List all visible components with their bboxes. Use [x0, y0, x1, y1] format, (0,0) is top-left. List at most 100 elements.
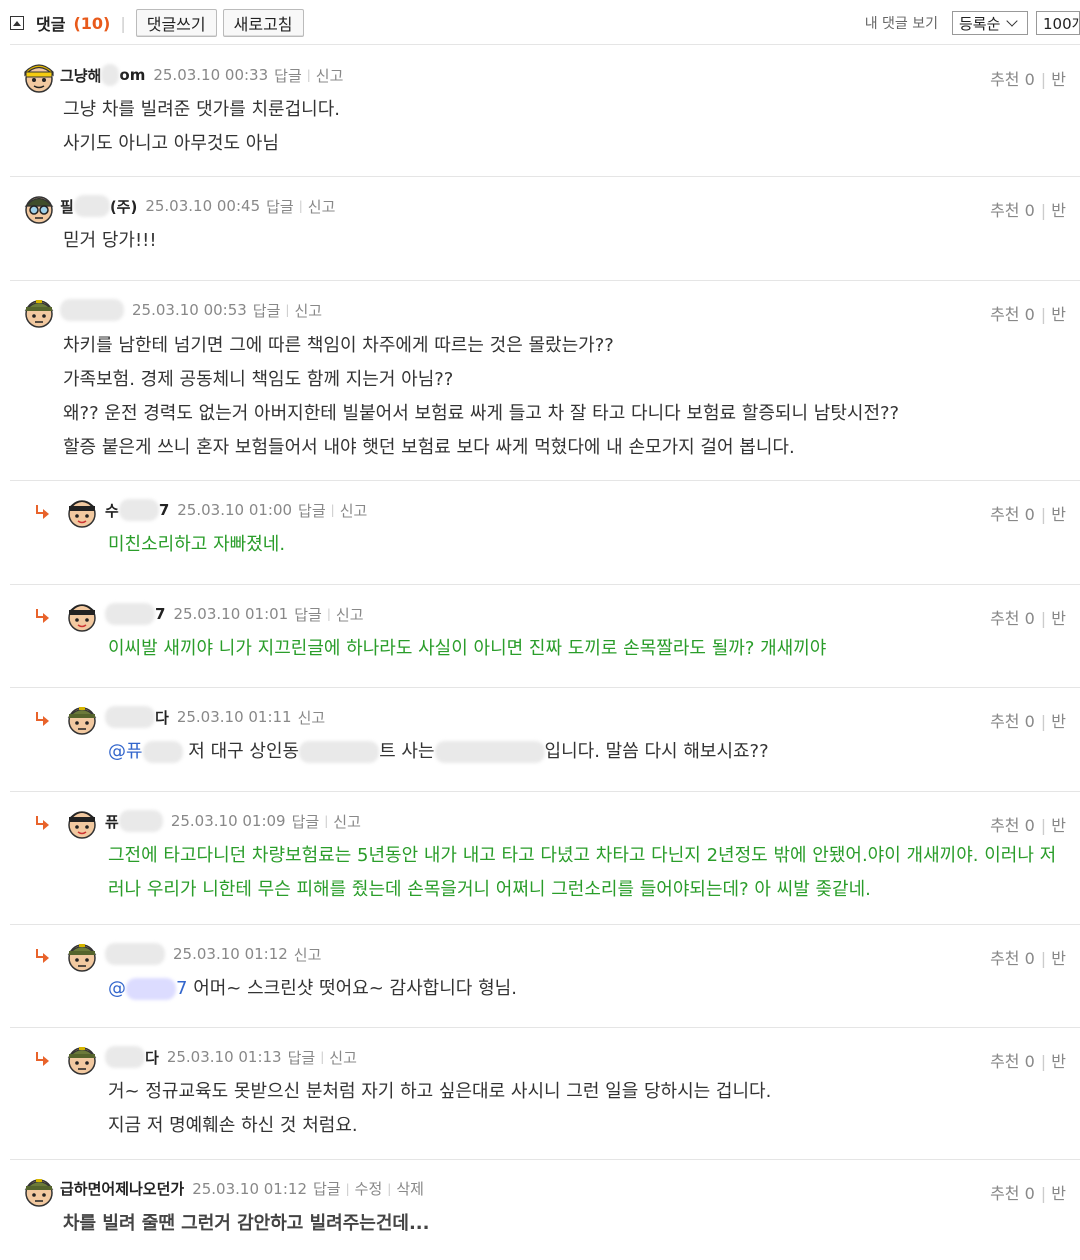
comment-meta: 다 25.03.10 01:13 답글 | 신고: [105, 1046, 357, 1068]
redaction-blur: [60, 299, 124, 321]
recommend-count[interactable]: 추천 0 | 반: [990, 501, 1066, 525]
sort-select-value: 등록순: [959, 14, 1001, 33]
my-comments-link[interactable]: 내 댓글 보기: [865, 13, 938, 33]
page-size-select[interactable]: 100개: [1036, 11, 1080, 35]
separator: |: [1040, 609, 1047, 628]
nickname[interactable]: 수: [105, 500, 119, 521]
comment-body: 미친소리하고 자빠졌네.: [108, 528, 285, 562]
avatar[interactable]: [65, 806, 99, 840]
oppose-label[interactable]: 반: [1051, 201, 1066, 220]
nickname-tail: 7: [155, 605, 166, 623]
redaction-blur: [142, 741, 183, 763]
recommend-label: 추천 0: [990, 609, 1035, 628]
sort-select[interactable]: 등록순: [952, 11, 1028, 35]
nickname[interactable]: 퓨: [105, 811, 119, 832]
reply-link[interactable]: 답글: [294, 604, 322, 625]
comment-line: 사기도 아니고 아무것도 아님: [63, 133, 279, 154]
reply-link[interactable]: 답글: [313, 1178, 341, 1199]
recommend-count[interactable]: 추천 0 | 반: [990, 945, 1066, 969]
report-link[interactable]: 신고: [294, 300, 322, 321]
timestamp: 25.03.10 01:01: [173, 605, 289, 623]
recommend-label: 추천 0: [990, 1184, 1035, 1203]
report-link[interactable]: 신고: [294, 944, 322, 965]
reply-link[interactable]: 답글: [266, 196, 294, 217]
comment-item: 필 (주) 25.03.10 00:45 답글 | 신고 추천 0 | 반 믿거 당가!…: [10, 177, 1080, 281]
reply-link[interactable]: 답글: [292, 811, 320, 832]
comment-line: 차를 빌려 줄땐 그런거 감안하고 빌려주는건데...: [63, 1213, 430, 1234]
recommend-count[interactable]: 추천 0 | 반: [990, 1048, 1066, 1072]
avatar[interactable]: [65, 939, 99, 973]
avatar[interactable]: [65, 1042, 99, 1076]
recommend-count[interactable]: 추천 0 | 반: [990, 812, 1066, 836]
reply-item: 퓨 25.03.10 01:09 답글 | 신고 추천 0 | 반 그전에 타고다니던…: [10, 792, 1080, 925]
write-comment-button[interactable]: 댓글쓰기: [135, 9, 217, 37]
recommend-count[interactable]: 추천 0 | 반: [990, 1180, 1066, 1204]
avatar[interactable]: [22, 295, 56, 329]
recommend-label: 추천 0: [990, 1052, 1035, 1071]
oppose-label[interactable]: 반: [1051, 505, 1066, 524]
nickname[interactable]: 급하면어제나오던가: [60, 1178, 184, 1199]
nickname[interactable]: 필: [60, 196, 74, 217]
avatar[interactable]: [22, 1174, 56, 1208]
oppose-label[interactable]: 반: [1051, 1184, 1066, 1203]
oppose-label[interactable]: 반: [1051, 816, 1066, 835]
separator: |: [1040, 201, 1047, 220]
oppose-label[interactable]: 반: [1051, 609, 1066, 628]
report-link[interactable]: 신고: [298, 707, 326, 728]
nickname[interactable]: 그냥해: [60, 65, 101, 86]
separator: |: [345, 1181, 350, 1196]
avatar[interactable]: [22, 60, 56, 94]
comment-body: 차를 빌려 줄땐 그런거 감안하고 빌려주는건데...: [63, 1207, 430, 1241]
report-link[interactable]: 신고: [333, 811, 361, 832]
reply-link[interactable]: 답글: [253, 300, 281, 321]
recommend-count[interactable]: 추천 0 | 반: [990, 301, 1066, 325]
reply-link[interactable]: 답글: [274, 65, 302, 86]
avatar[interactable]: [65, 599, 99, 633]
oppose-label[interactable]: 반: [1051, 305, 1066, 324]
avatar[interactable]: [65, 702, 99, 736]
recommend-count[interactable]: 추천 0 | 반: [990, 197, 1066, 221]
reply-link[interactable]: 답글: [288, 1047, 316, 1068]
refresh-button[interactable]: 새로고침: [222, 9, 304, 37]
recommend-count[interactable]: 추천 0 | 반: [990, 66, 1066, 90]
oppose-label[interactable]: 반: [1051, 712, 1066, 731]
timestamp: 25.03.10 01:09: [170, 812, 286, 830]
avatar[interactable]: [65, 495, 99, 529]
recommend-count[interactable]: 추천 0 | 반: [990, 708, 1066, 732]
report-link[interactable]: 신고: [340, 500, 368, 521]
recommend-count[interactable]: 추천 0 | 반: [990, 605, 1066, 629]
separator: |: [306, 68, 311, 82]
comment-line: 그전에 타고다니던 차량보험료는 5년동안 내가 내고 타고 다녔고 차타고 다…: [108, 845, 1057, 866]
report-link[interactable]: 신고: [308, 196, 336, 217]
mention-tail[interactable]: 7: [176, 978, 187, 999]
mention[interactable]: @: [108, 978, 126, 999]
reply-arrow-icon: [34, 712, 49, 726]
nickname-tail: (주): [109, 197, 138, 216]
reply-item: 25.03.10 01:12 신고 추천 0 | 반 @7 어머~ 스크린샷 떳어…: [10, 925, 1080, 1028]
oppose-label[interactable]: 반: [1051, 949, 1066, 968]
comment-text: 저 대구 상인동: [188, 741, 300, 762]
recommend-label: 추천 0: [990, 949, 1035, 968]
reply-item: 수 7 25.03.10 01:00 답글 | 신고 추천 0 | 반 미친소리하고 자…: [10, 481, 1080, 585]
delete-link[interactable]: 삭제: [396, 1178, 424, 1199]
report-link[interactable]: 신고: [316, 65, 344, 86]
report-link[interactable]: 신고: [336, 604, 364, 625]
comment-meta: 그냥해 om 25.03.10 00:33 답글 | 신고: [60, 64, 343, 86]
edit-link[interactable]: 수정: [355, 1178, 383, 1199]
reply-link[interactable]: 답글: [298, 500, 326, 521]
separator: |: [285, 303, 290, 317]
oppose-label[interactable]: 반: [1051, 1052, 1066, 1071]
report-link[interactable]: 신고: [329, 1047, 357, 1068]
oppose-label[interactable]: 반: [1051, 70, 1066, 89]
collapse-toggle-icon[interactable]: [10, 16, 24, 30]
mention[interactable]: @퓨: [108, 741, 143, 762]
separator: |: [326, 607, 331, 621]
chevron-down-icon: [1006, 14, 1019, 27]
timestamp: 25.03.10 00:33: [153, 66, 269, 84]
redaction-blur: [118, 810, 163, 832]
separator: |: [1040, 712, 1047, 731]
timestamp: 25.03.10 01:12: [192, 1179, 307, 1198]
comment-item: 그냥해 om 25.03.10 00:33 답글 | 신고 추천 0 | 반 그냥 차를…: [10, 46, 1080, 177]
avatar[interactable]: [22, 191, 56, 225]
comment-text: 트 사는: [379, 741, 435, 762]
